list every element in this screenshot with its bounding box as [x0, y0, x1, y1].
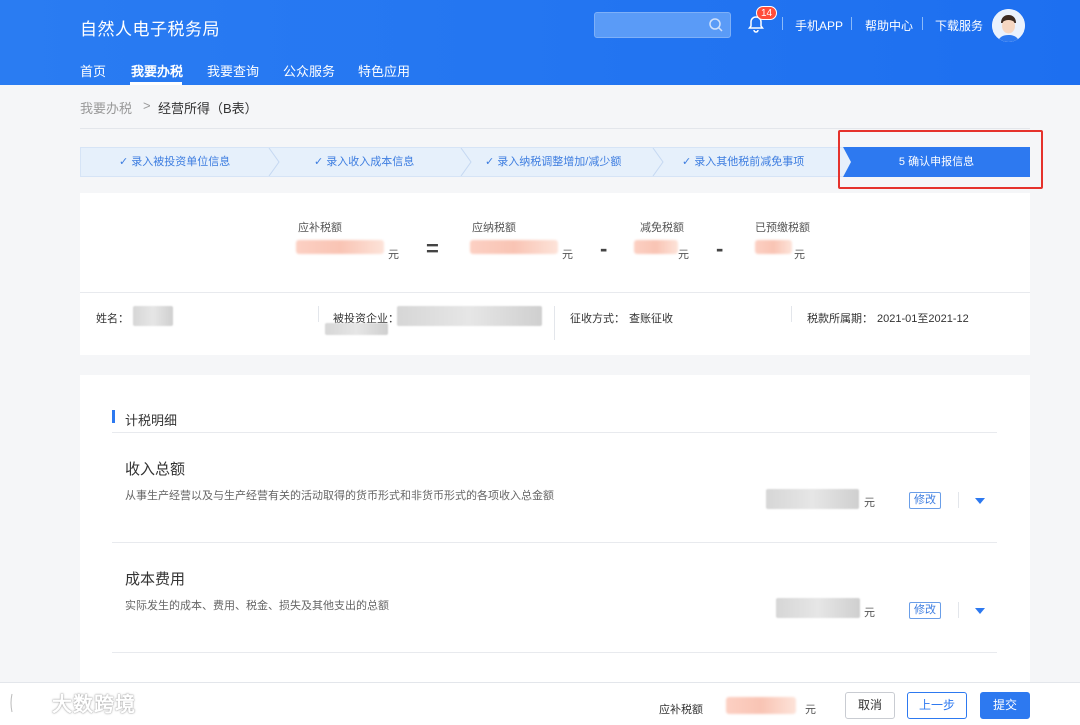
cost-expense-title: 成本费用: [125, 571, 186, 588]
nav-public-service[interactable]: 公众服务: [283, 61, 335, 80]
help-center-link[interactable]: 帮助中心: [865, 17, 913, 34]
income-total-title: 收入总额: [125, 461, 186, 478]
nav-featured-apps[interactable]: 特色应用: [358, 61, 410, 80]
tax-period-value: 2021-01至2021-12: [877, 313, 969, 325]
search-icon[interactable]: [708, 17, 724, 33]
step-3[interactable]: ✓ 录入纳税调整增加/减少额: [485, 148, 621, 176]
equals-sign: =: [426, 236, 439, 261]
step-1[interactable]: ✓ 录入被投资单位信息: [119, 148, 230, 176]
divider: [851, 17, 852, 30]
nav-tax-handling[interactable]: 我要办税: [131, 61, 183, 80]
avatar[interactable]: [992, 9, 1025, 42]
company-value-redacted: [397, 306, 542, 326]
tax-detail-card: [80, 375, 1030, 685]
expand-caret-icon[interactable]: [975, 498, 985, 504]
search-input[interactable]: [594, 12, 731, 38]
divider: [112, 432, 997, 433]
highlight-box: [838, 130, 1043, 189]
divider: [112, 652, 997, 653]
payable-tax-value-redacted: [296, 240, 384, 254]
breadcrumb-separator: >: [143, 98, 151, 113]
unit: 元: [562, 249, 573, 261]
divider: [958, 492, 959, 508]
section-title: 计税明细: [125, 413, 178, 428]
unit: 元: [805, 704, 816, 716]
payable-tax-label: 应补税额: [298, 222, 342, 234]
submit-button[interactable]: 提交: [980, 692, 1030, 719]
unit: 元: [388, 249, 399, 261]
chevron-right-icon: [652, 148, 664, 176]
divider: [112, 542, 997, 543]
minus-sign: -: [716, 236, 724, 261]
taxable-amount-value-redacted: [470, 240, 558, 254]
tax-period-label: 税款所属期：: [807, 313, 873, 325]
tax-relief-label: 减免税额: [640, 222, 684, 234]
divider: [554, 306, 555, 340]
breadcrumb-current: 经营所得（B表）: [158, 101, 258, 116]
footer-payable-value-redacted: [726, 697, 796, 714]
unit: 元: [678, 249, 689, 261]
divider: [80, 128, 1030, 129]
prepaid-tax-label: 已预缴税额: [755, 222, 810, 234]
income-total-value-redacted: [766, 489, 859, 509]
company-value-redacted: [325, 323, 388, 335]
nav-active-indicator: [130, 82, 182, 85]
download-service-link[interactable]: 下载服务: [935, 17, 983, 34]
edit-cost-button[interactable]: 修改: [909, 602, 941, 619]
step-2[interactable]: ✓ 录入收入成本信息: [314, 148, 414, 176]
watermark-logo-icon: [9, 693, 49, 713]
notification-badge: 14: [756, 6, 778, 20]
cost-expense-desc: 实际发生的成本、费用、税金、损失及其他支出的总额: [125, 600, 389, 612]
section-marker: [112, 410, 115, 423]
divider: [80, 292, 1030, 293]
collection-method-label: 征收方式：: [570, 313, 625, 325]
name-value-redacted: [133, 306, 173, 326]
divider: [958, 602, 959, 618]
edit-income-button[interactable]: 修改: [909, 492, 941, 509]
name-label: 姓名：: [96, 313, 129, 325]
prepaid-tax-value-redacted: [755, 240, 792, 254]
expand-caret-icon[interactable]: [975, 608, 985, 614]
cancel-button[interactable]: 取消: [845, 692, 895, 719]
tax-relief-value-redacted: [634, 240, 678, 254]
footer-payable-label: 应补税额: [659, 704, 703, 716]
divider: [318, 306, 319, 322]
breadcrumb-parent[interactable]: 我要办税: [80, 98, 132, 117]
taxable-amount-label: 应纳税额: [472, 222, 516, 234]
unit: 元: [794, 249, 805, 261]
chevron-right-icon: [268, 148, 280, 176]
divider: [782, 17, 783, 30]
nav-query[interactable]: 我要查询: [207, 61, 259, 80]
chevron-right-icon: [460, 148, 472, 176]
brand-title: 自然人电子税务局: [80, 20, 220, 39]
collection-method-value: 查账征收: [629, 313, 673, 325]
divider: [922, 17, 923, 30]
mobile-app-link[interactable]: 手机APP: [795, 17, 843, 34]
user-avatar-icon: [992, 9, 1025, 42]
summary-card: [80, 193, 1030, 355]
cost-expense-value-redacted: [776, 598, 860, 618]
previous-step-button[interactable]: 上一步: [907, 692, 967, 719]
watermark-text: 大数跨境: [52, 694, 136, 716]
minus-sign: -: [600, 236, 608, 261]
top-header: 自然人电子税务局 14 手机APP 帮助中心 下载服务 首页 我要办税 我要查询…: [0, 0, 1080, 85]
unit: 元: [864, 497, 875, 509]
nav-home[interactable]: 首页: [80, 61, 106, 80]
step-4[interactable]: ✓ 录入其他税前减免事项: [682, 148, 804, 176]
income-total-desc: 从事生产经营以及与生产经营有关的活动取得的货币形式和非货币形式的各项收入总金额: [125, 490, 554, 502]
unit: 元: [864, 607, 875, 619]
divider: [791, 306, 792, 322]
